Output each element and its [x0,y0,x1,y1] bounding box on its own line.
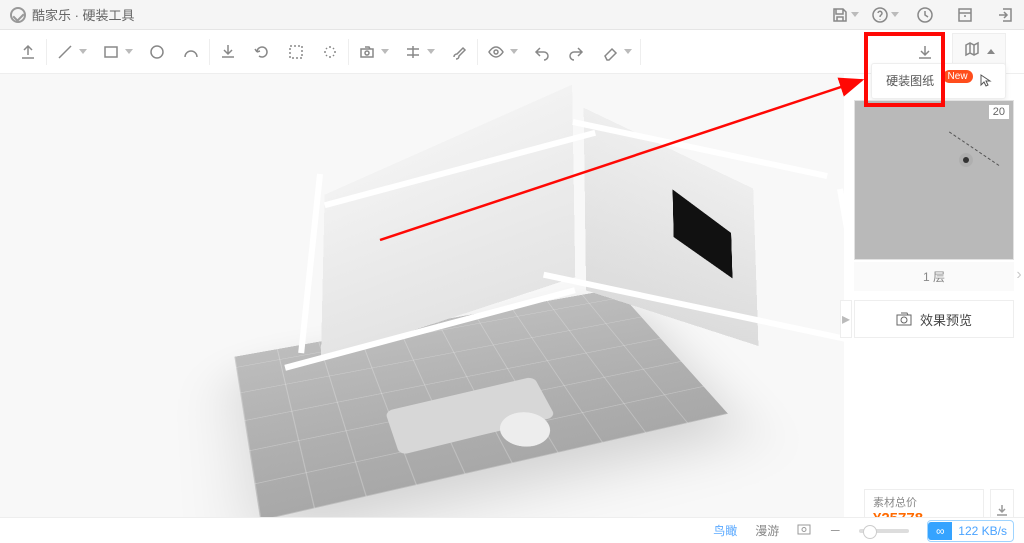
viewport-3d[interactable] [0,74,844,517]
zoom-out-icon[interactable]: － [829,522,841,539]
floor-label[interactable]: 1 层 [854,262,1014,291]
save-icon[interactable] [836,6,854,24]
view-mode-birdseye[interactable]: 鸟瞰 [713,522,737,539]
drawings-label: 硬装图纸 [886,74,934,88]
rect-tool[interactable] [101,42,133,62]
redo-button[interactable] [566,42,586,62]
undo-button[interactable] [532,42,552,62]
minimap-camera-point [963,157,969,163]
download-button[interactable] [915,42,935,62]
drawings-popup[interactable]: 硬装图纸 New [871,63,1006,99]
line-tool[interactable] [55,42,87,62]
align-tool[interactable] [403,42,435,62]
history-icon[interactable] [916,6,934,24]
circle-tool[interactable] [147,42,167,62]
view-mode-walk[interactable]: 漫游 [755,522,779,539]
light-tool[interactable] [320,42,340,62]
camera-small-icon[interactable] [797,523,811,538]
arc-tool[interactable] [181,42,201,62]
visibility-tool[interactable] [486,42,518,62]
help-icon[interactable] [876,6,894,24]
cloud-icon: ∞ [928,522,952,540]
new-badge: New [943,70,973,83]
minimap[interactable]: 20 [854,100,1014,260]
room-model [200,114,740,514]
preview-button[interactable]: 效果预览 [854,300,1014,338]
camera-tool[interactable] [357,42,389,62]
network-speed-badge: ∞ 122 KB/s [927,520,1014,542]
rotate-tool[interactable] [252,42,272,62]
crop-tool[interactable] [286,42,306,62]
minimap-view-line [949,132,999,166]
network-speed-value: 122 KB/s [958,524,1007,538]
floor-next-icon[interactable]: › [1014,262,1024,288]
main-toolbar: 硬装图纸 New [0,30,1024,74]
insert-tool[interactable] [218,42,238,62]
price-title: 素材总价 [873,494,975,510]
camera-icon [896,312,912,326]
preview-label: 效果预览 [920,310,972,329]
erase-tool[interactable] [600,42,632,62]
minimap-corner-label: 20 [989,105,1009,119]
upload-button[interactable] [18,42,38,62]
app-logo-icon [10,7,26,23]
map-icon [963,40,981,63]
brush-tool[interactable] [449,42,469,62]
title-bar: 酷家乐 · 硬装工具 [0,0,1024,30]
exit-icon[interactable] [996,6,1014,24]
status-bar: 鸟瞰 漫游 － ∞ 122 KB/s [0,517,1024,543]
cursor-icon [979,74,991,88]
archive-icon[interactable] [956,6,974,24]
app-title: 酷家乐 · 硬装工具 [32,5,135,24]
preview-collapse-handle[interactable]: ▸ [840,300,852,338]
zoom-slider[interactable] [859,529,909,533]
